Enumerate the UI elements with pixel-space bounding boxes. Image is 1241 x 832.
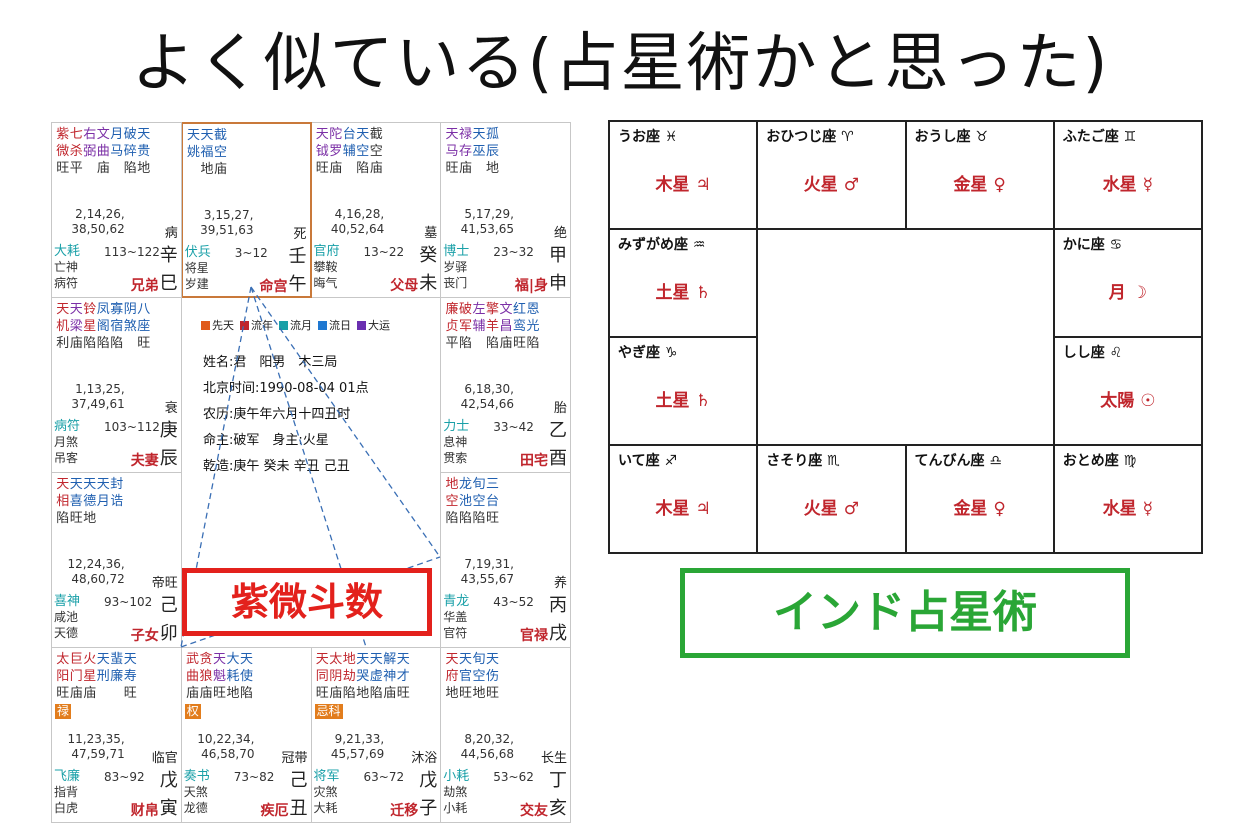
sign-cell: おひつじ座 ♈ 火星 ♂ xyxy=(756,120,907,230)
sign-cell: かに座 ♋ 月 ☽ xyxy=(1052,228,1203,338)
sign-name: しし座 ♌ xyxy=(1062,345,1123,361)
planet-name: 金星 ♀ xyxy=(953,499,1006,519)
sign-cell: ふたご座 ♊ 水星 ☿ xyxy=(1052,120,1203,230)
sign-name: みずがめ座 ♒ xyxy=(618,237,706,253)
planet-name: 木星 ♃ xyxy=(655,499,711,519)
planet-name: 木星 ♃ xyxy=(655,175,711,195)
ziwei-chart: 天天旬天 府官空伤 地旺地旺 8,20,32, 44,56,68 长生 小耗 53~62 劫煞… xyxy=(51,122,571,823)
sign-cell: うお座 ♓ 木星 ♃ xyxy=(608,120,759,230)
sign-name: ふたご座 ♊ xyxy=(1062,129,1137,145)
sign-cell: しし座 ♌ 太陽 ☉ xyxy=(1052,336,1203,446)
dashed-line xyxy=(250,286,441,558)
planet-name: 火星 ♂ xyxy=(803,175,859,195)
sign-cell: さそり座 ♏ 火星 ♂ xyxy=(756,444,907,554)
ziwei-label: 紫微斗数 xyxy=(182,568,432,636)
sign-cell: おとめ座 ♍ 水星 ☿ xyxy=(1052,444,1203,554)
planet-name: 土星 ♄ xyxy=(655,391,711,411)
sign-name: てんびん座 ♎ xyxy=(914,453,1002,469)
sign-name: おとめ座 ♍ xyxy=(1062,453,1137,469)
planet-name: 金星 ♀ xyxy=(953,175,1006,195)
page-title: よく似ている(占星術かと思った) xyxy=(131,27,1110,101)
sign-name: さそり座 ♏ xyxy=(766,453,840,469)
sign-name: いて座 ♐ xyxy=(618,453,678,469)
sign-name: かに座 ♋ xyxy=(1062,237,1123,253)
indian-chart: うお座 ♓ 木星 ♃ おひつじ座 ♈ 火星 ♂ おうし座 ♉ 金星 ♀ ふたご座 ♊ 水星 ☿… xyxy=(608,120,1203,554)
sign-cell: てんびん座 ♎ 金星 ♀ xyxy=(904,444,1055,554)
planet-name: 月 ☽ xyxy=(1108,283,1147,303)
sign-cell: やぎ座 ♑ 土星 ♄ xyxy=(608,336,759,446)
sign-name: おひつじ座 ♈ xyxy=(766,129,854,145)
planet-name: 火星 ♂ xyxy=(803,499,859,519)
indian-astrology-label: インド占星術 xyxy=(680,568,1130,658)
planet-name: 水星 ☿ xyxy=(1102,175,1154,195)
planet-name: 太陽 ☉ xyxy=(1100,391,1156,411)
sign-name: やぎ座 ♑ xyxy=(618,345,678,361)
planet-name: 土星 ♄ xyxy=(655,283,711,303)
sign-cell: おうし座 ♉ 金星 ♀ xyxy=(904,120,1055,230)
sign-cell: みずがめ座 ♒ 土星 ♄ xyxy=(608,228,759,338)
connection-lines xyxy=(180,286,441,648)
sign-cell: いて座 ♐ 木星 ♃ xyxy=(608,444,759,554)
sign-name: おうし座 ♉ xyxy=(914,129,988,145)
sign-name: うお座 ♓ xyxy=(618,129,678,145)
planet-name: 水星 ☿ xyxy=(1102,499,1154,519)
